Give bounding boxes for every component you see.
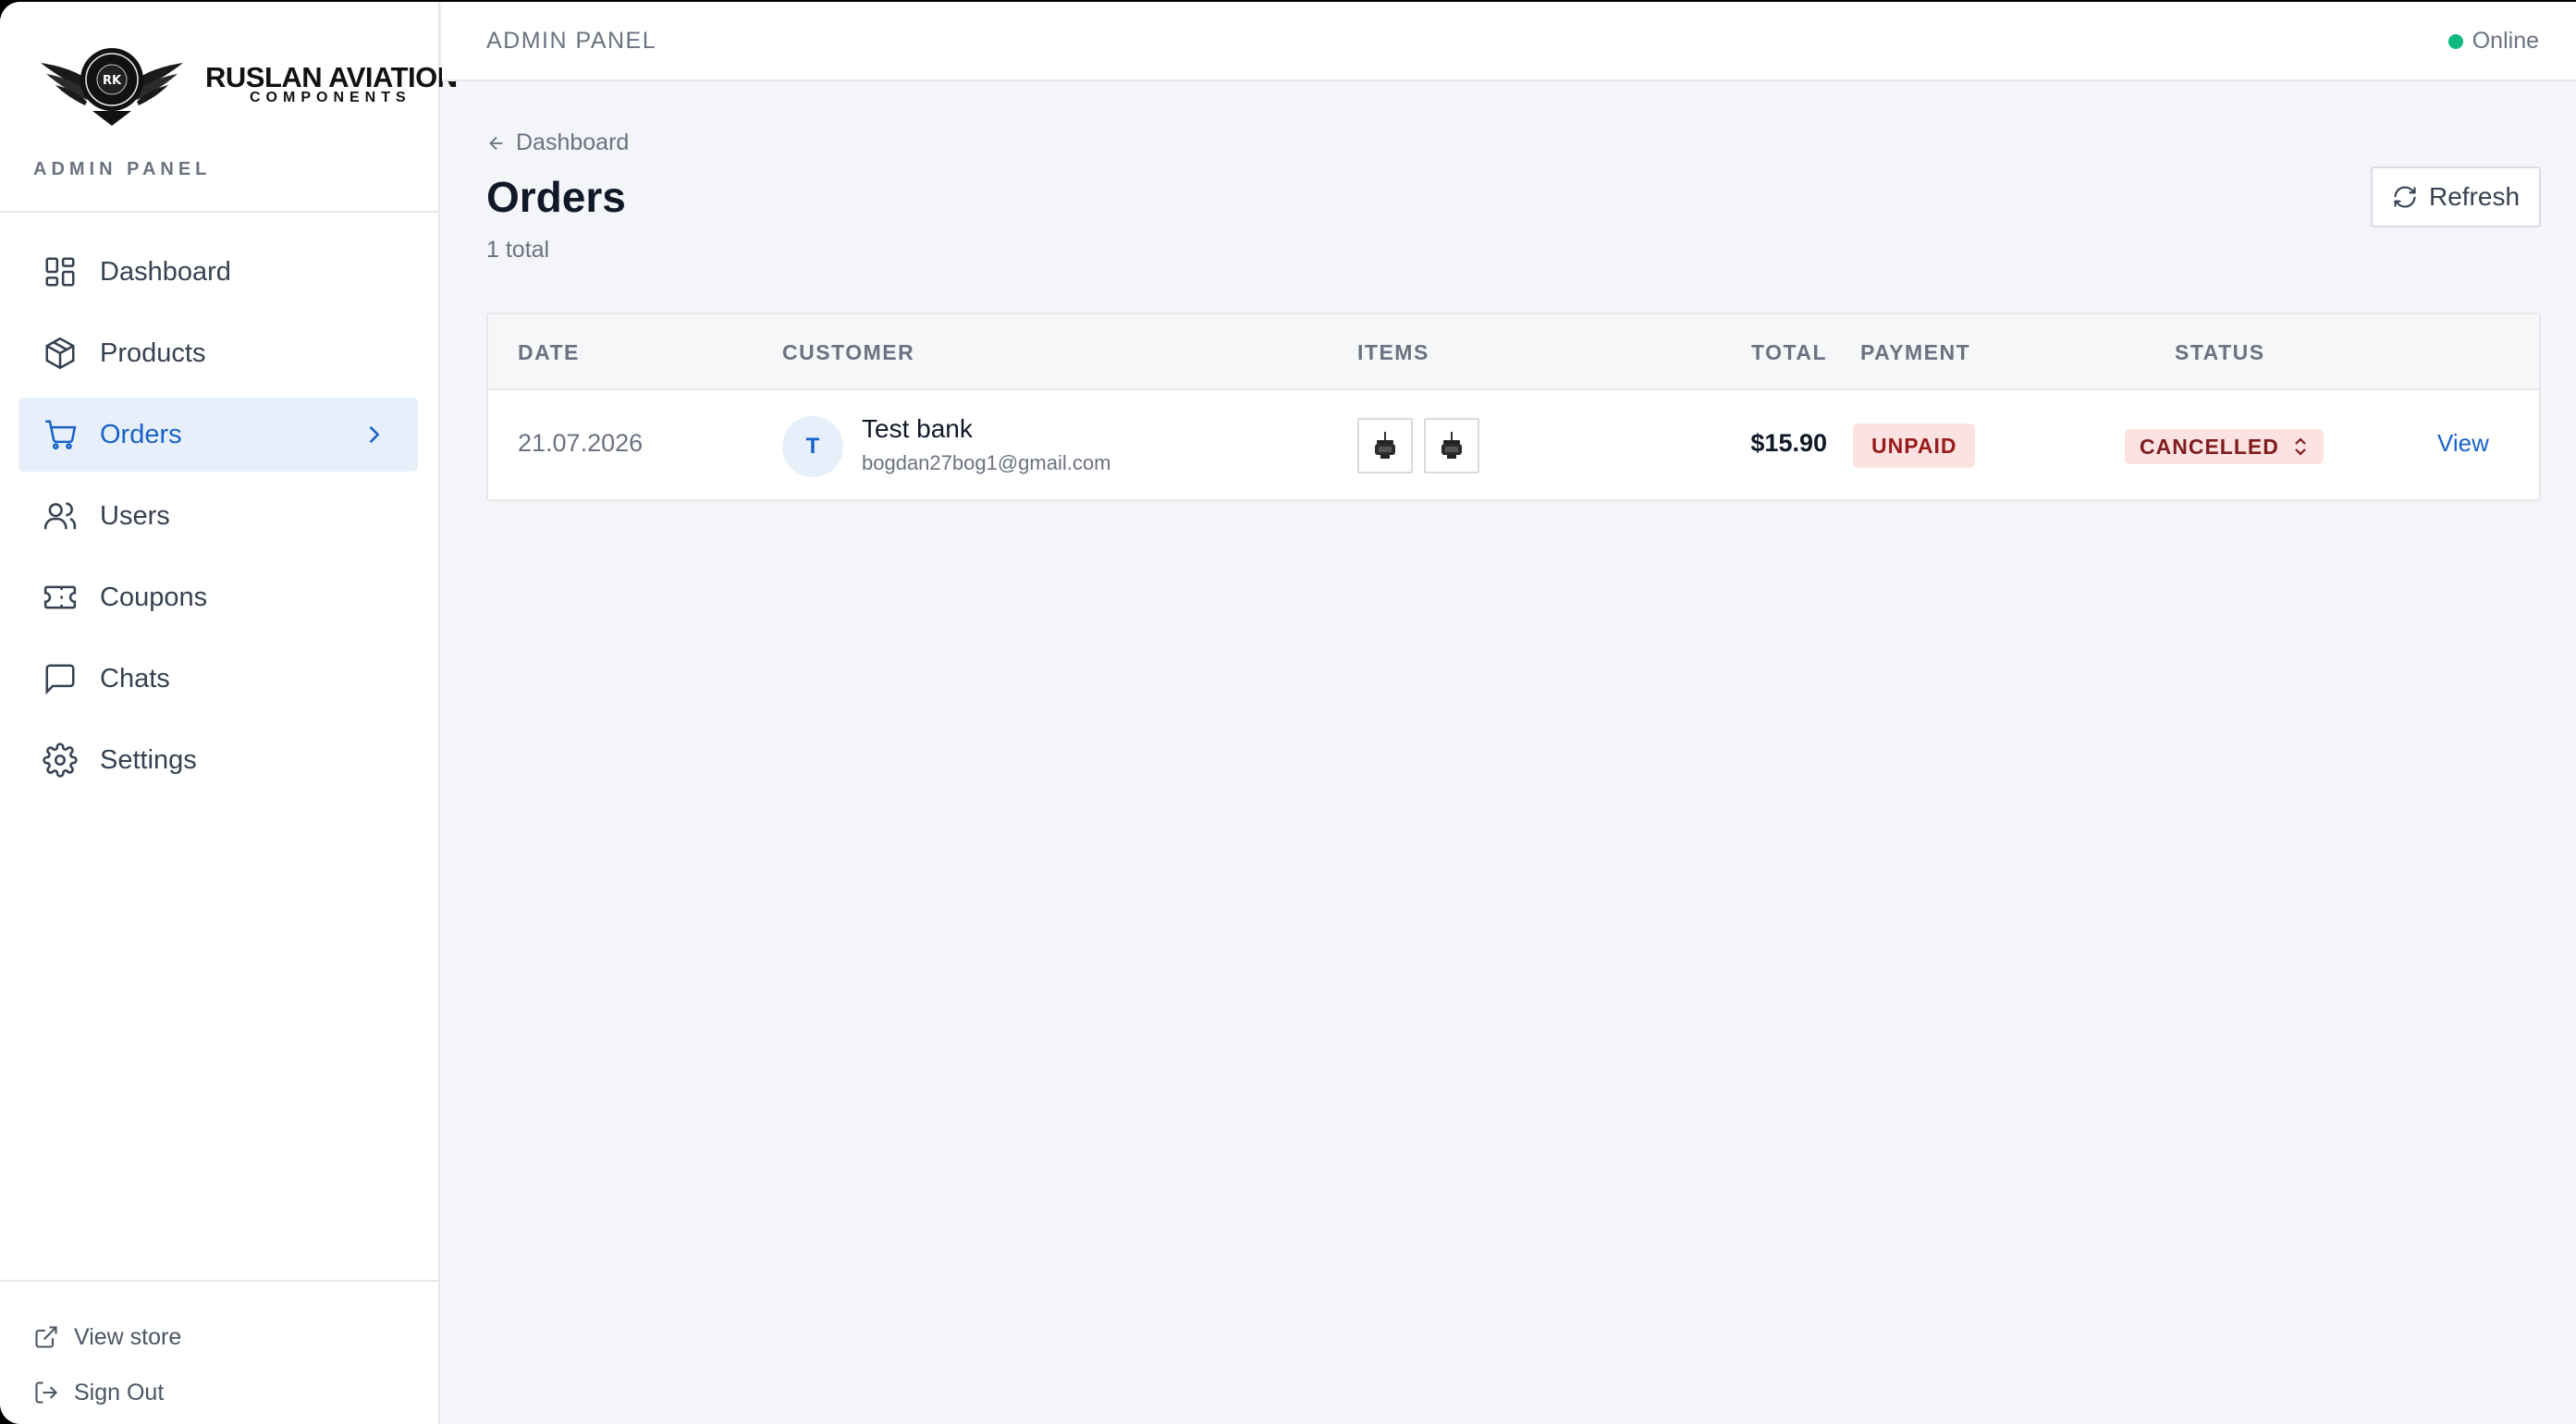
breadcrumb-label: Dashboard	[516, 129, 630, 155]
sidebar-item-chats[interactable]: Chats	[18, 642, 418, 716]
topbar-title: ADMIN PANEL	[486, 28, 657, 54]
sidebar-nav: Dashboard Products Orders Users Coupons	[18, 235, 418, 804]
sidebar-item-users[interactable]: Users	[18, 479, 418, 553]
table-header: DATE CUSTOMER ITEMS TOTAL PAYMENT STATUS	[488, 314, 2539, 390]
ticket-icon	[43, 585, 77, 609]
sidebar-item-dashboard[interactable]: Dashboard	[18, 235, 418, 309]
arrow-left-icon	[489, 136, 503, 150]
product-thumbnail[interactable]	[1357, 418, 1413, 473]
package-icon	[45, 337, 75, 370]
cart-icon	[45, 420, 77, 449]
order-total: $15.90	[1750, 429, 1827, 457]
view-store-label: View store	[74, 1323, 182, 1350]
sidebar-item-label: Chats	[100, 663, 170, 694]
sign-out-icon	[35, 1381, 57, 1404]
header-status: STATUS	[2175, 340, 2265, 364]
refresh-label: Refresh	[2428, 182, 2521, 211]
table-row[interactable]: 21.07.2026 T Test bank bogdan27bog1@gmai…	[488, 390, 2539, 501]
sidebar-item-label: Dashboard	[100, 256, 231, 287]
header-payment: PAYMENT	[1860, 340, 1971, 364]
sidebar-item-coupons[interactable]: Coupons	[18, 560, 418, 634]
sidebar-item-settings[interactable]: Settings	[18, 723, 418, 797]
header-items: ITEMS	[1357, 340, 1429, 364]
header-total: TOTAL	[1750, 340, 1827, 364]
orders-count: 1 total	[486, 237, 550, 263]
order-date: 21.07.2026	[518, 429, 644, 457]
engine-icon	[1441, 432, 1462, 459]
status-dot-icon	[2447, 33, 2463, 49]
brand-subtitle: COMPONENTS	[250, 90, 411, 105]
avatar: T	[782, 416, 843, 477]
brand-panel-label: ADMIN PANEL	[33, 159, 212, 179]
header-date: DATE	[518, 340, 580, 364]
view-store-link[interactable]: View store	[0, 1309, 440, 1365]
order-status-select[interactable]: CANCELLED	[2125, 429, 2324, 464]
order-status-value: CANCELLED	[2140, 434, 2279, 459]
gear-icon	[43, 743, 78, 778]
dashboard-icon	[45, 257, 75, 287]
sidebar-item-label: Settings	[100, 744, 197, 775]
sidebar-item-label: Orders	[100, 419, 182, 449]
sidebar-footer: View store Sign Out	[0, 1280, 440, 1420]
breadcrumb-back-link[interactable]: Dashboard	[486, 129, 629, 156]
product-thumbnail[interactable]	[1424, 418, 1479, 473]
brand-logo-icon: RK	[41, 48, 183, 126]
sidebar-item-orders[interactable]: Orders	[18, 398, 418, 472]
status-text: Online	[2472, 28, 2539, 54]
view-order-link[interactable]: View	[2437, 429, 2489, 458]
refresh-icon	[2394, 186, 2416, 208]
sidebar-item-products[interactable]: Products	[18, 316, 418, 390]
payment-status-badge: UNPAID	[1853, 424, 1976, 468]
customer-name: Test bank	[862, 414, 973, 443]
engine-icon	[1375, 432, 1395, 459]
users-icon	[43, 502, 77, 530]
sign-out-link[interactable]: Sign Out	[0, 1365, 440, 1420]
sidebar-item-label: Users	[100, 500, 170, 531]
sign-out-label: Sign Out	[74, 1379, 165, 1406]
admin-app: RK RUSLAN AVIATION COMPONENTS ADMIN PANE…	[0, 2, 2576, 1424]
chevron-up-down-icon	[2295, 437, 2306, 456]
svg-text:RK: RK	[103, 74, 122, 88]
refresh-button[interactable]: Refresh	[2371, 166, 2541, 227]
connection-status: Online	[2447, 28, 2539, 55]
external-link-icon	[35, 1326, 57, 1348]
sidebar-item-label: Coupons	[100, 582, 208, 612]
header-customer: CUSTOMER	[782, 340, 915, 364]
brand-header: RK RUSLAN AVIATION COMPONENTS ADMIN PANE…	[0, 2, 458, 213]
orders-table: DATE CUSTOMER ITEMS TOTAL PAYMENT STATUS…	[486, 313, 2541, 501]
page-title: Orders	[486, 173, 626, 221]
chevron-right-icon	[369, 425, 380, 444]
customer-email: bogdan27bog1@gmail.com	[862, 451, 1111, 474]
chat-icon	[45, 664, 75, 695]
top-bar: ADMIN PANEL Online	[442, 2, 2576, 81]
sidebar: RK RUSLAN AVIATION COMPONENTS ADMIN PANE…	[0, 2, 458, 1424]
sidebar-item-label: Products	[100, 338, 206, 368]
